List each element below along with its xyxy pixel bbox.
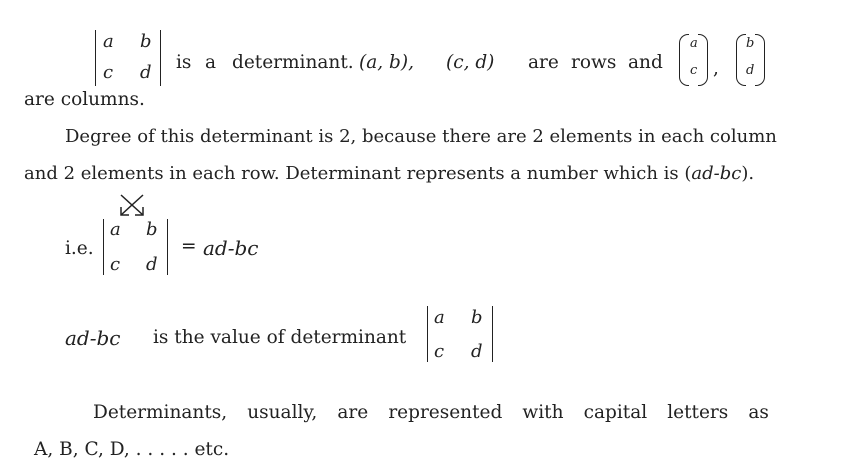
line2-text: are columns. xyxy=(24,89,145,110)
column-vector-comma: , xyxy=(713,58,719,79)
line1-word-and: and xyxy=(628,52,663,73)
ie-determinant-entry-a: a xyxy=(110,219,121,240)
ie-expr: ad-bc xyxy=(203,236,259,260)
ie-determinant-bar-right xyxy=(167,219,169,275)
para2-line2-text: and 2 elements in each row. Determinant … xyxy=(24,163,692,184)
para2-line2: and 2 elements in each row. Determinant … xyxy=(24,163,754,184)
value-line-expr: ad-bc xyxy=(65,326,121,350)
column-vector-ac-right-paren xyxy=(698,34,708,86)
determinant-bar-left xyxy=(95,30,97,86)
value-determinant-entry-c: c xyxy=(434,341,445,362)
column-vector-bd-top: b xyxy=(746,36,755,51)
ie-determinant-entry-b: b xyxy=(146,219,158,240)
ie-equals: = xyxy=(181,236,197,257)
para3-word: are xyxy=(337,402,369,423)
line1-row-ab: (a, b), xyxy=(359,52,414,73)
value-line-text: is the value of determinant xyxy=(153,327,407,348)
para3-word: with xyxy=(522,402,564,423)
value-determinant-bar-left xyxy=(427,306,429,362)
column-vector-bd-right-paren xyxy=(755,34,765,86)
ie-determinant-entry-d: d xyxy=(146,254,158,275)
value-determinant-entry-d: d xyxy=(471,341,483,362)
column-vector-ac-bottom: c xyxy=(690,63,698,78)
para2-line2-expr: ad-bc xyxy=(691,163,742,184)
column-vector-ac-left-paren xyxy=(679,34,689,86)
determinant-entry-a: a xyxy=(103,31,114,52)
line1-word-is: is xyxy=(176,52,192,73)
value-determinant-entry-b: b xyxy=(471,307,483,328)
determinant-entry-c: c xyxy=(103,62,114,83)
para3-word: letters xyxy=(667,402,729,423)
column-vector-bd-bottom: d xyxy=(746,63,755,78)
para3-word: capital xyxy=(583,402,648,423)
para2-line2-end: ). xyxy=(741,163,755,184)
ie-label: i.e. xyxy=(65,238,94,259)
para3-word: Determinants, xyxy=(93,402,228,423)
para3-word: as xyxy=(748,402,769,423)
cross-multiplication-arrows-icon xyxy=(120,194,144,216)
para2-line1: Degree of this determinant is 2, because… xyxy=(65,126,777,147)
determinant-entry-d: d xyxy=(140,62,152,83)
determinant-entry-b: b xyxy=(140,31,152,52)
para3-line1: Determinants, usually, are represented w… xyxy=(93,402,769,423)
line1-row-cd: (c, d) xyxy=(446,52,495,73)
column-vector-ac-top: a xyxy=(690,36,698,51)
value-determinant-bar-right xyxy=(492,306,494,362)
ie-determinant-bar-left xyxy=(103,219,105,275)
para3-word: usually, xyxy=(247,402,318,423)
value-determinant-entry-a: a xyxy=(434,307,445,328)
column-vector-bd-left-paren xyxy=(736,34,746,86)
ie-determinant-entry-c: c xyxy=(110,254,121,275)
line1-word-rows: rows xyxy=(571,52,617,73)
line1-word-determinant: determinant. xyxy=(232,52,354,73)
line1-word-are: are xyxy=(528,52,559,73)
para3-word: represented xyxy=(388,402,503,423)
para3-line2: A, B, C, D, . . . . . etc. xyxy=(34,439,230,460)
line1-word-a: a xyxy=(205,52,217,73)
determinant-bar-right xyxy=(160,30,162,86)
